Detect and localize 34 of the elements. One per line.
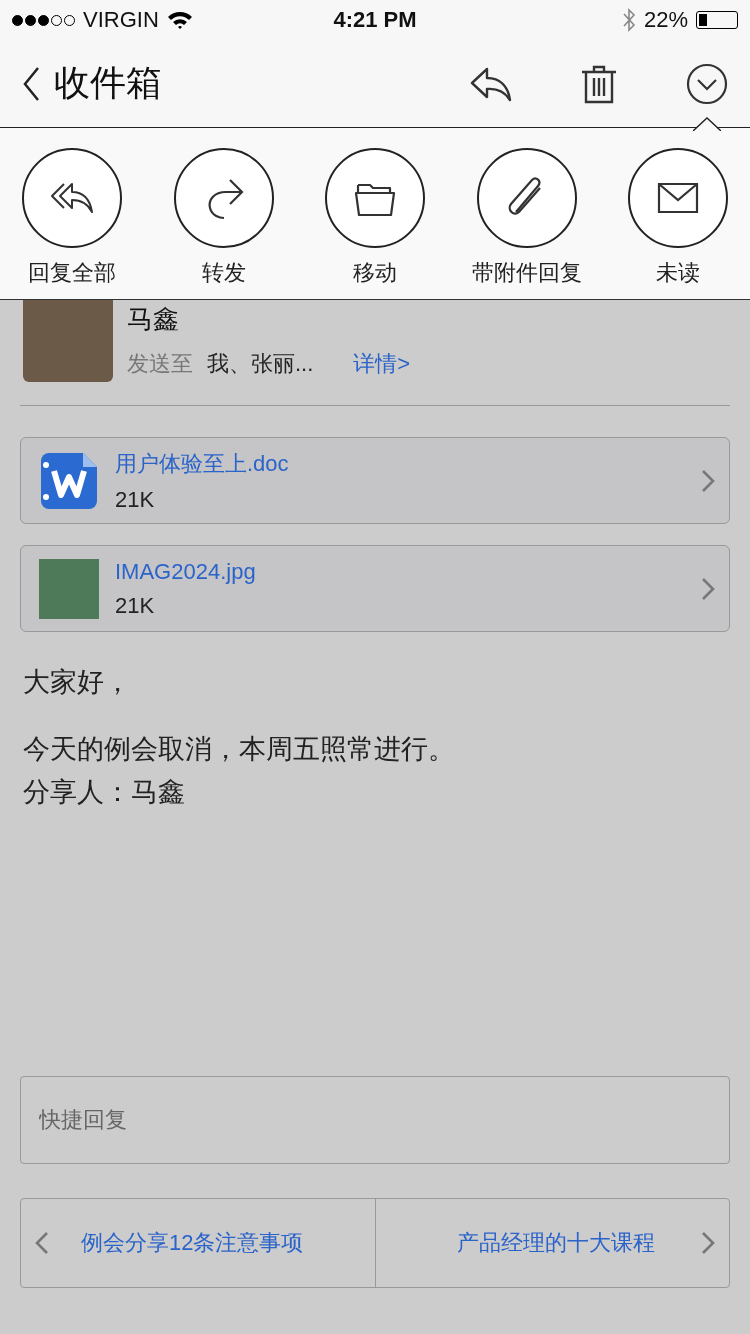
bluetooth-icon (621, 7, 636, 33)
previous-mail-button[interactable]: 例会分享12条注意事项 (21, 1199, 375, 1287)
chevron-right-icon (701, 1231, 715, 1255)
attachment-item[interactable]: 用户体验至上.doc 21K (20, 437, 730, 524)
attachment-name: 用户体验至上.doc (115, 449, 290, 478)
chevron-right-icon (701, 468, 715, 493)
carrier-name: VIRGIN (83, 7, 159, 33)
dropdown-circle-icon[interactable] (686, 62, 728, 105)
image-thumbnail-placeholder (39, 558, 99, 619)
message-line: 今天的例会取消，本周五照常进行。 (23, 733, 455, 767)
back-chevron-icon (22, 65, 40, 102)
recipients-label: 发送至 (127, 350, 193, 378)
next-mail-button[interactable]: 产品经理的十大课程 (374, 1199, 729, 1287)
attachment-size: 21K (115, 486, 156, 513)
back-button[interactable]: 收件箱 (22, 59, 162, 108)
attachment-item[interactable]: IMAG2024.jpg 21K (20, 545, 730, 632)
battery-percentage: 22% (643, 7, 688, 33)
attachment-size: 21K (115, 592, 156, 619)
envelope-icon (657, 182, 699, 214)
clock-time: 4:21 PM (332, 7, 418, 33)
trash-icon[interactable] (580, 63, 618, 104)
quick-reply-field[interactable]: 快捷回复 (20, 1076, 730, 1164)
message-line: 分享人：马鑫 (23, 776, 185, 810)
recipients-list: 我、张丽... (207, 349, 314, 379)
details-link[interactable]: 详情> (353, 349, 411, 379)
word-document-icon (39, 450, 99, 511)
reply-icon[interactable] (470, 65, 512, 102)
sender-name: 马鑫 (127, 303, 180, 336)
attachment-name: IMAG2024.jpg (115, 558, 257, 585)
chevron-left-icon (35, 1231, 49, 1255)
wifi-icon (166, 10, 193, 30)
battery-icon (696, 11, 738, 29)
chevron-right-icon (701, 576, 715, 601)
message-line: 大家好， (23, 666, 131, 699)
